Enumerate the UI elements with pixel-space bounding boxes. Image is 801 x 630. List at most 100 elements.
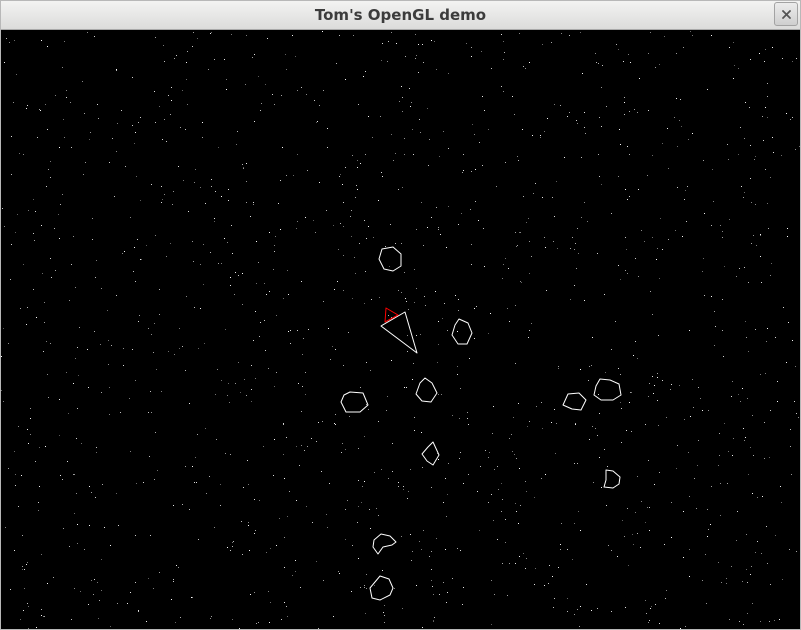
star: [134, 143, 135, 144]
star: [752, 415, 753, 416]
star: [742, 581, 743, 582]
star: [584, 202, 585, 203]
star: [229, 402, 230, 403]
star: [516, 246, 517, 247]
star: [382, 570, 383, 571]
star: [156, 369, 157, 370]
star: [421, 432, 422, 433]
star: [41, 40, 42, 41]
star: [171, 599, 172, 600]
star: [743, 197, 744, 198]
close-button[interactable]: [774, 2, 798, 26]
star: [689, 549, 690, 550]
star: [378, 200, 379, 201]
star: [326, 210, 327, 211]
star: [321, 471, 322, 472]
star: [657, 373, 658, 374]
star: [245, 84, 246, 85]
star: [516, 458, 517, 459]
star: [243, 167, 244, 168]
star: [312, 522, 313, 523]
star: [176, 55, 177, 56]
star: [746, 337, 747, 338]
star: [630, 62, 631, 63]
star: [227, 242, 228, 243]
star: [342, 184, 343, 185]
star: [611, 213, 612, 214]
star: [283, 454, 284, 455]
star: [664, 36, 665, 37]
star: [424, 296, 425, 297]
star: [74, 474, 75, 475]
star: [726, 583, 727, 584]
star: [718, 465, 719, 466]
star: [447, 592, 448, 593]
star: [27, 562, 28, 563]
star: [192, 46, 193, 47]
star: [429, 556, 430, 557]
star: [226, 89, 227, 90]
star: [183, 180, 184, 181]
star: [796, 413, 797, 414]
star: [503, 264, 504, 265]
star: [413, 154, 414, 155]
star: [762, 116, 763, 117]
star: [27, 105, 28, 106]
star: [629, 111, 630, 112]
star: [194, 482, 195, 483]
star: [256, 241, 257, 242]
star: [515, 503, 516, 504]
star: [81, 443, 82, 444]
star: [792, 117, 793, 118]
star: [258, 622, 259, 623]
star: [220, 484, 221, 485]
star: [226, 79, 227, 80]
star: [357, 160, 358, 161]
star: [412, 129, 413, 130]
star: [567, 598, 568, 599]
star: [278, 203, 279, 204]
star: [185, 129, 186, 130]
star: [136, 483, 137, 484]
star: [21, 475, 22, 476]
star: [286, 175, 287, 176]
star: [356, 185, 357, 186]
star: [370, 370, 371, 371]
star: [452, 415, 453, 416]
star: [403, 486, 404, 487]
star: [368, 226, 369, 227]
star: [509, 321, 510, 322]
star: [652, 237, 653, 238]
star: [305, 217, 306, 218]
star: [518, 523, 519, 524]
star: [786, 362, 787, 363]
star: [436, 207, 437, 208]
star: [214, 527, 215, 528]
star: [357, 189, 358, 190]
star: [122, 253, 123, 254]
star: [4, 226, 5, 227]
star: [572, 559, 573, 560]
star: [296, 446, 297, 447]
star: [381, 469, 382, 470]
star: [429, 139, 430, 140]
star: [787, 236, 788, 237]
star: [235, 383, 236, 384]
star: [238, 362, 239, 363]
star: [679, 120, 680, 121]
star: [166, 256, 167, 257]
star: [408, 491, 409, 492]
star: [520, 281, 521, 282]
game-canvas[interactable]: [1, 30, 800, 629]
title-bar[interactable]: Tom's OpenGL demo: [1, 1, 800, 30]
star: [532, 135, 533, 136]
star: [597, 608, 598, 609]
star: [480, 466, 481, 467]
star: [501, 34, 502, 35]
star: [489, 452, 490, 453]
star: [739, 621, 740, 622]
star: [773, 152, 774, 153]
star: [39, 109, 40, 110]
star: [780, 486, 781, 487]
star: [796, 551, 797, 552]
